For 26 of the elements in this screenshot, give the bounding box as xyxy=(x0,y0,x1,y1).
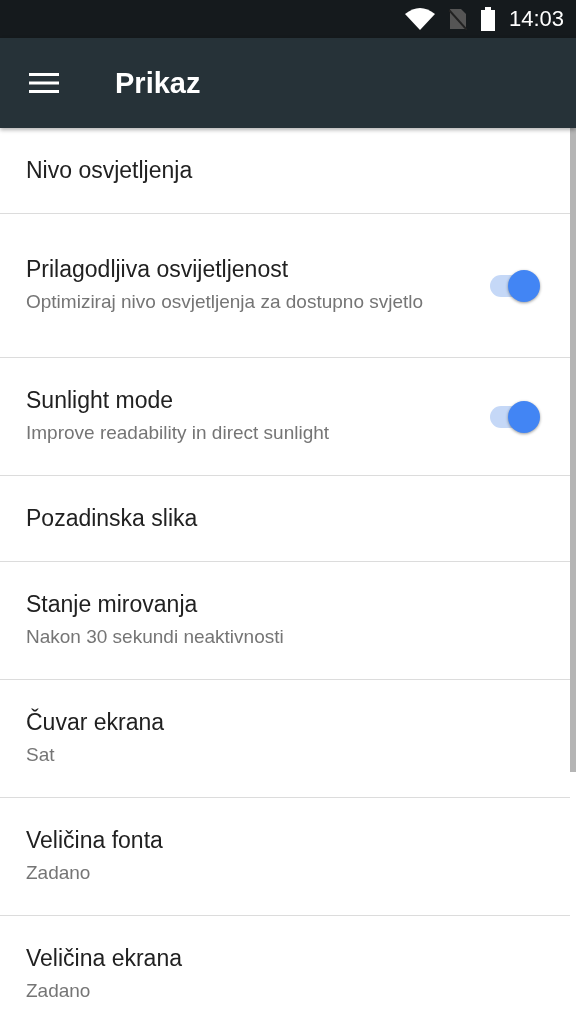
screen-title: Prikaz xyxy=(115,66,201,100)
clock: 14:03 xyxy=(508,6,564,32)
setting-title: Veličina ekrana xyxy=(26,945,183,972)
battery-icon xyxy=(480,7,495,31)
toggle-switch[interactable] xyxy=(488,399,542,434)
setting-title: Pozadinska slika xyxy=(26,505,199,532)
setting-summary: Optimiziraj nivo osvjetljenja za dostupno svjetlo xyxy=(26,290,425,314)
setting-summary: Zadano xyxy=(26,979,92,1003)
setting-summary: Zadano xyxy=(26,861,92,885)
settings-item[interactable]: Veličina fonta Zadano xyxy=(0,798,570,916)
setting-title: Čuvar ekrana xyxy=(26,709,166,736)
settings-item[interactable]: Prilagodljiva osvijetljenost Optimiziraj nivo osvjetljenja za dostupno svjetlo xyxy=(0,214,570,358)
setting-title: Stanje mirovanja xyxy=(26,591,199,618)
setting-summary: Sat xyxy=(26,743,56,767)
toggle-switch[interactable] xyxy=(488,268,542,303)
settings-item[interactable]: Veličina ekrana Zadano xyxy=(0,916,570,1024)
no-sim-icon xyxy=(448,8,467,30)
setting-title: Sunlight mode xyxy=(26,387,175,414)
menu-icon[interactable] xyxy=(29,73,59,93)
setting-summary: Nakon 30 sekundi neaktivnosti xyxy=(26,625,285,649)
settings-item[interactable]: Sunlight mode Improve readability in direct sunlight xyxy=(0,358,570,476)
wifi-icon xyxy=(404,8,435,30)
setting-title: Veličina fonta xyxy=(26,827,164,854)
setting-title: Nivo osvjetljenja xyxy=(26,157,194,184)
setting-summary: Improve readability in direct sunlight xyxy=(26,421,331,445)
setting-title: Prilagodljiva osvijetljenost xyxy=(26,256,290,283)
